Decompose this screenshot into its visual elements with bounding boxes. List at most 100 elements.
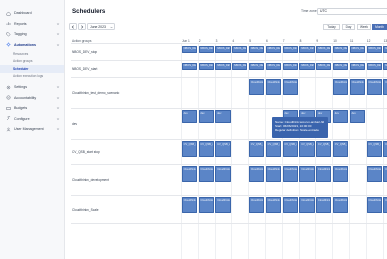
scheduled-event[interactable]: CV_QSB_start bbox=[299, 141, 315, 157]
scheduled-event[interactable]: Cloudthinkn_Scale bbox=[366, 197, 382, 213]
scheduled-event[interactable]: NBOS_DEV_stop bbox=[316, 45, 332, 53]
month-value: June 2023 bbox=[90, 24, 106, 29]
scheduled-event[interactable]: Cloudthinkn_Scale bbox=[333, 197, 349, 213]
scheduled-event[interactable]: NBOS_DEV_stop bbox=[383, 45, 387, 53]
scheduled-event[interactable]: NBOS_DEV_start bbox=[299, 62, 315, 70]
sidebar-item-budgets[interactable]: Budgets bbox=[0, 103, 64, 114]
scheduled-event[interactable]: NBOS_DEV_start bbox=[232, 62, 248, 70]
sidebar-item-user-management[interactable]: User Management bbox=[0, 124, 64, 135]
scheduled-event[interactable]: NBOS_DEV_stop bbox=[349, 45, 365, 53]
view-month-button[interactable]: Month bbox=[372, 23, 387, 30]
sidebar-subitem-action-groups[interactable]: Action groups bbox=[0, 58, 64, 66]
sidebar-item-automations[interactable]: Automations bbox=[0, 40, 64, 51]
scheduled-event[interactable]: NBOS_DEV_stop bbox=[265, 45, 281, 53]
scheduled-event[interactable]: NBOS_DEV_stop bbox=[366, 45, 382, 53]
scheduled-event[interactable]: dev bbox=[333, 110, 349, 123]
scheduled-event[interactable]: Cloudthinkn_Scale bbox=[299, 197, 315, 213]
scheduled-event[interactable]: Cloudthinkn_dev bbox=[299, 166, 315, 182]
sidebar-item-configure[interactable]: Configure bbox=[0, 114, 64, 125]
scheduled-event[interactable]: NBOS_DEV_stop bbox=[333, 45, 349, 53]
scheduled-event[interactable]: Cloudthinkn_test_demo bbox=[282, 79, 298, 95]
scheduled-event[interactable]: Cloudthinkn_test_demo bbox=[366, 79, 382, 95]
scheduled-event[interactable]: Cloudthinkn_Scale bbox=[265, 197, 281, 213]
scheduled-event[interactable]: Cloudthinkn_Scale bbox=[282, 197, 298, 213]
scheduled-event[interactable]: CV_QSB_start bbox=[265, 141, 281, 157]
scheduled-event[interactable]: NBOS_DEV_start bbox=[215, 62, 231, 70]
scheduled-event[interactable]: Cloudthinkn_Scale bbox=[316, 197, 332, 213]
scheduled-event[interactable]: CV_QSB_start bbox=[383, 141, 387, 157]
scheduled-event[interactable]: CV_QSB_start bbox=[249, 141, 265, 157]
scheduled-event[interactable]: NBOS_DEV_start bbox=[349, 62, 365, 70]
sidebar-subitem-scheduler[interactable]: Scheduler bbox=[0, 65, 64, 73]
scheduled-event[interactable]: NBOS_DEV_stop bbox=[215, 45, 231, 53]
scheduled-event[interactable]: NBOS_DEV_stop bbox=[299, 45, 315, 53]
scheduled-event[interactable]: CV_QSB_start bbox=[316, 141, 332, 157]
sidebar-item-accountability[interactable]: Accountability bbox=[0, 93, 64, 104]
scheduled-event[interactable]: Cloudthinkn_test_demo bbox=[349, 79, 365, 95]
scheduled-event[interactable]: Cloudthinkn_dev bbox=[215, 166, 231, 182]
sidebar-subitem-resources[interactable]: Resources bbox=[0, 50, 64, 58]
view-today-button[interactable]: Today bbox=[323, 23, 340, 30]
scheduled-event[interactable]: NBOS_DEV_stop bbox=[282, 45, 298, 53]
scheduled-event[interactable]: Cloudthinkn_test_demo bbox=[383, 79, 387, 95]
day-column-header: 5 bbox=[249, 38, 251, 43]
scheduled-event[interactable]: NBOS_DEV_start bbox=[282, 62, 298, 70]
scheduled-event[interactable]: Cloudthinkn_Scale bbox=[249, 197, 265, 213]
scheduled-event[interactable]: NBOS_DEV_start bbox=[366, 62, 382, 70]
scheduler-grid: Action groups Jun 1234567891011121314151… bbox=[71, 37, 387, 259]
scheduled-event[interactable]: NBOS_DEV_stop bbox=[181, 45, 197, 53]
cog-icon bbox=[6, 42, 11, 47]
scheduled-event[interactable]: Cloudthinkn_dev bbox=[383, 166, 387, 182]
scheduled-event[interactable]: Cloudthinkn_Scale bbox=[383, 197, 387, 213]
timezone-select[interactable]: UTC bbox=[317, 7, 387, 15]
scheduled-event[interactable]: NBOS_DEV_start bbox=[316, 62, 332, 70]
scheduled-event[interactable]: NBOS_DEV_start bbox=[383, 62, 387, 70]
scheduled-event[interactable]: NBOS_DEV_start bbox=[249, 62, 265, 70]
scheduled-event[interactable]: Cloudthinkn_Scale bbox=[215, 197, 231, 213]
scheduled-event[interactable]: CV_QSB_start bbox=[181, 141, 197, 157]
scheduled-event[interactable]: CV_QSB_start bbox=[198, 141, 214, 157]
scheduled-event[interactable]: Cloudthinkn_dev bbox=[333, 166, 349, 182]
sidebar-item-tagging[interactable]: Tagging bbox=[0, 29, 64, 40]
scheduled-event[interactable]: CV_QSB_start bbox=[366, 141, 382, 157]
sidebar-subitem-action-execution-logs[interactable]: Action execution logs bbox=[0, 73, 64, 81]
view-day-button[interactable]: Day bbox=[342, 23, 355, 30]
scheduled-event[interactable]: NBOS_DEV_start bbox=[333, 62, 349, 70]
scheduled-event[interactable]: Cloudthinkn_Scale bbox=[198, 197, 214, 213]
scheduled-event[interactable]: Cloudthinkn_dev bbox=[366, 166, 382, 182]
prev-month-button[interactable] bbox=[69, 23, 77, 30]
scheduled-event[interactable]: NBOS_DEV_stop bbox=[249, 45, 265, 53]
sidebar-item-settings[interactable]: Settings bbox=[0, 82, 64, 93]
scheduled-event[interactable]: Cloudthinkn_dev bbox=[265, 166, 281, 182]
scheduled-event[interactable]: dev bbox=[181, 110, 197, 123]
scheduled-event[interactable]: Cloudthinkn_test_demo bbox=[249, 79, 265, 95]
scheduled-event[interactable]: NBOS_DEV_start bbox=[265, 62, 281, 70]
view-week-button[interactable]: Week bbox=[357, 23, 371, 30]
scheduled-event[interactable]: dev bbox=[198, 110, 214, 123]
chevron-down-icon bbox=[56, 43, 60, 47]
scheduled-event[interactable]: CV_QSB_start bbox=[282, 141, 298, 157]
sidebar-item-reports[interactable]: Reports bbox=[0, 19, 64, 30]
sidebar-item-dashboard[interactable]: Dashboard bbox=[0, 8, 64, 19]
scheduled-event[interactable]: NBOS_DEV_start bbox=[181, 62, 197, 70]
month-select[interactable]: June 2023 bbox=[87, 23, 115, 30]
scheduled-event[interactable]: Cloudthinkn_dev bbox=[282, 166, 298, 182]
scheduled-event[interactable]: Cloudthinkn_dev bbox=[316, 166, 332, 182]
timezone-label: Time zone bbox=[301, 9, 317, 13]
scheduled-event[interactable]: Cloudthinkn_dev bbox=[249, 166, 265, 182]
sidebar-item-label: Configure bbox=[14, 116, 30, 121]
scheduled-event[interactable]: Cloudthinkn_Scale bbox=[181, 197, 197, 213]
scheduled-event[interactable]: Cloudthinkn_dev bbox=[198, 166, 214, 182]
scheduled-event[interactable]: Cloudthinkn_test_demo bbox=[265, 79, 281, 95]
scheduled-event[interactable]: dev bbox=[349, 110, 365, 123]
scheduled-event[interactable]: CV_QSB_start bbox=[333, 141, 349, 157]
scheduled-event[interactable]: dev bbox=[215, 110, 231, 123]
timezone-value: UTC bbox=[320, 9, 327, 13]
scheduled-event[interactable]: Cloudthinkn_dev bbox=[181, 166, 197, 182]
scheduled-event[interactable]: NBOS_DEV_stop bbox=[232, 45, 248, 53]
scheduled-event[interactable]: CV_QSB_start bbox=[215, 141, 231, 157]
next-month-button[interactable] bbox=[78, 23, 86, 30]
scheduled-event[interactable]: Cloudthinkn_test_demo bbox=[333, 79, 349, 95]
scheduled-event[interactable]: NBOS_DEV_start bbox=[198, 62, 214, 70]
scheduled-event[interactable]: NBOS_DEV_stop bbox=[198, 45, 214, 53]
